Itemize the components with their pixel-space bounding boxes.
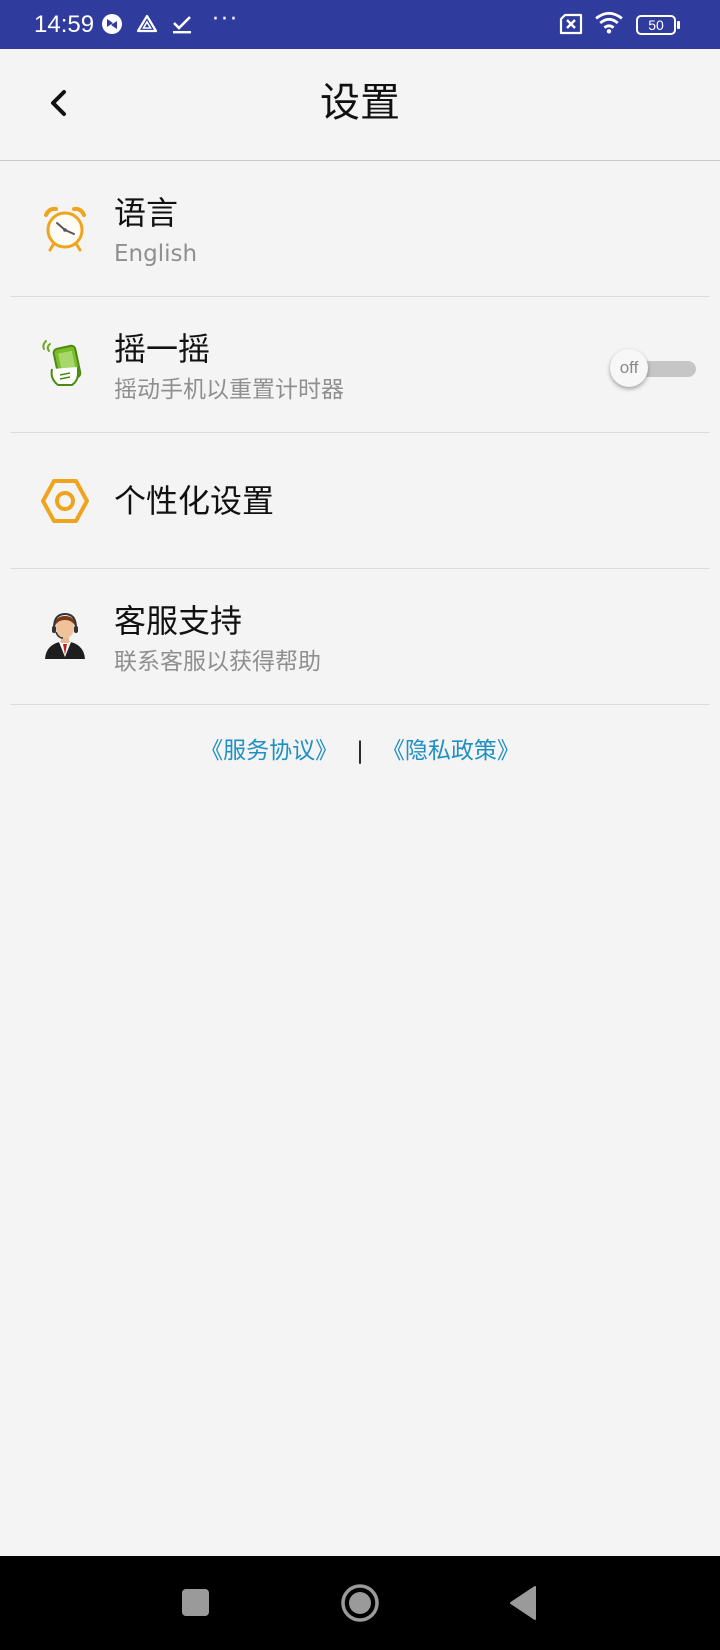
back-triangle-icon[interactable] — [500, 1578, 550, 1628]
alarm-clock-icon — [44, 206, 86, 252]
recents-square-icon[interactable] — [170, 1578, 220, 1628]
privacy-policy-link[interactable]: 《隐私政策》 — [382, 738, 520, 764]
status-bar: 14:59 ··· 50 — [0, 0, 720, 49]
status-more-dots: ··· — [212, 7, 239, 32]
battery-icon: 50 — [636, 15, 676, 35]
settings-item-subtitle: 摇动手机以重置计时器 — [114, 377, 344, 403]
check-icon — [173, 16, 191, 34]
home-circle-icon[interactable] — [335, 1578, 385, 1628]
settings-item-subtitle: English — [114, 241, 198, 267]
shake-phone-icon — [42, 340, 82, 386]
drive-icon — [136, 14, 158, 33]
settings-item-subtitle: 联系客服以获得帮助 — [114, 649, 321, 675]
settings-item-shake[interactable]: 摇一摇 摇动手机以重置计时器 off — [10, 297, 710, 433]
toggle-knob: off — [610, 349, 648, 387]
battery-nub — [677, 21, 680, 29]
wifi-icon — [595, 11, 623, 34]
shake-toggle[interactable]: off — [610, 349, 696, 389]
navigation-bar — [0, 1556, 720, 1650]
footer-links: 《服务协议》 | 《隐私政策》 — [0, 734, 720, 768]
hexagon-icon — [41, 479, 89, 523]
nfc-icon — [102, 14, 122, 34]
settings-item-language[interactable]: 语言 English — [10, 161, 710, 297]
footer-separator: | — [356, 738, 364, 764]
page-title: 设置 — [320, 80, 400, 126]
settings-item-title: 个性化设置 — [114, 482, 275, 520]
settings-item-title: 语言 — [114, 194, 179, 232]
settings-item-personalization[interactable]: 个性化设置 — [10, 433, 710, 569]
settings-item-support[interactable]: 客服支持 联系客服以获得帮助 — [10, 569, 710, 705]
support-agent-icon — [45, 612, 85, 659]
service-agreement-link[interactable]: 《服务协议》 — [200, 738, 338, 764]
sim-error-icon — [559, 13, 583, 35]
status-time: 14:59 — [34, 11, 95, 38]
settings-item-title: 客服支持 — [114, 602, 243, 640]
header: 设置 — [0, 49, 720, 161]
settings-item-title: 摇一摇 — [114, 330, 211, 368]
